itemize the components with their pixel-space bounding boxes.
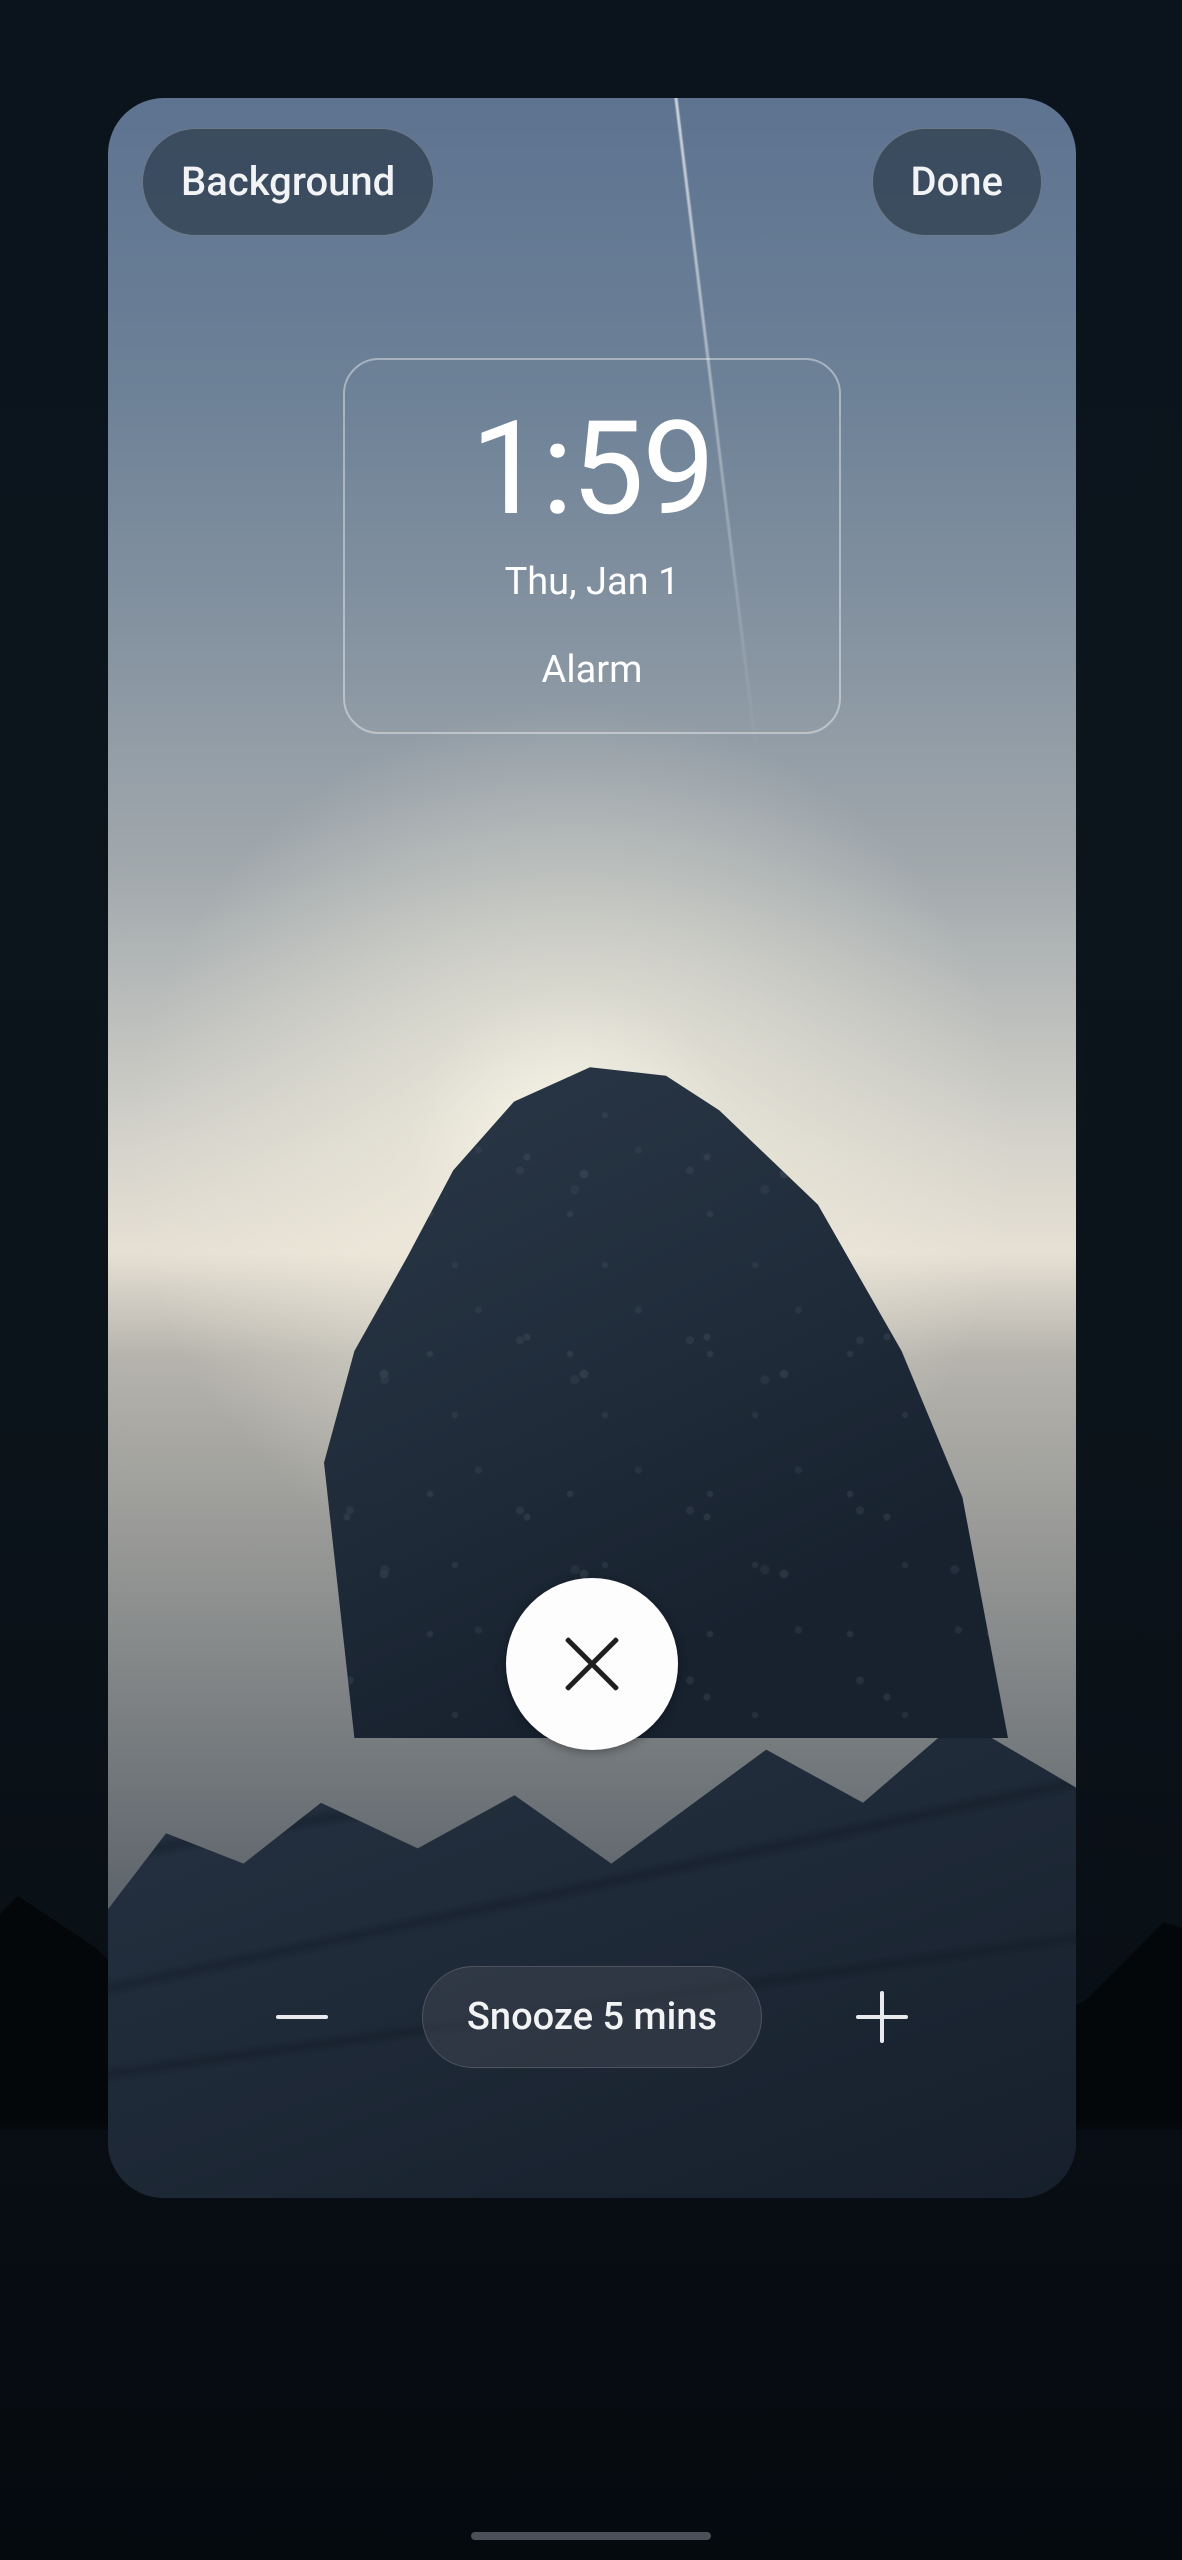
clock-widget[interactable]: 1:59 Thu, Jan 1 Alarm: [343, 358, 841, 734]
home-indicator[interactable]: [471, 2532, 711, 2540]
snooze-increase-button[interactable]: [850, 1985, 914, 2049]
snooze-controls: Snooze 5 mins: [108, 1966, 1076, 2068]
clock-date: Thu, Jan 1: [345, 560, 839, 604]
snooze-chip[interactable]: Snooze 5 mins: [422, 1966, 762, 2068]
clock-time: 1:59: [345, 404, 839, 534]
plus-icon-v: [880, 1991, 884, 2043]
minus-icon: [276, 2015, 328, 2019]
lockscreen-preview: Background Done 1:59 Thu, Jan 1 Alarm Sn…: [108, 98, 1076, 2198]
dismiss-alarm-button[interactable]: [506, 1578, 678, 1750]
clock-alarm-label: Alarm: [345, 648, 839, 692]
background-button[interactable]: Background: [142, 128, 434, 236]
snooze-decrease-button[interactable]: [270, 1985, 334, 2049]
close-icon: [563, 1635, 621, 1693]
done-button[interactable]: Done: [872, 128, 1043, 236]
overlay-ui: Background Done 1:59 Thu, Jan 1 Alarm Sn…: [108, 98, 1076, 2198]
